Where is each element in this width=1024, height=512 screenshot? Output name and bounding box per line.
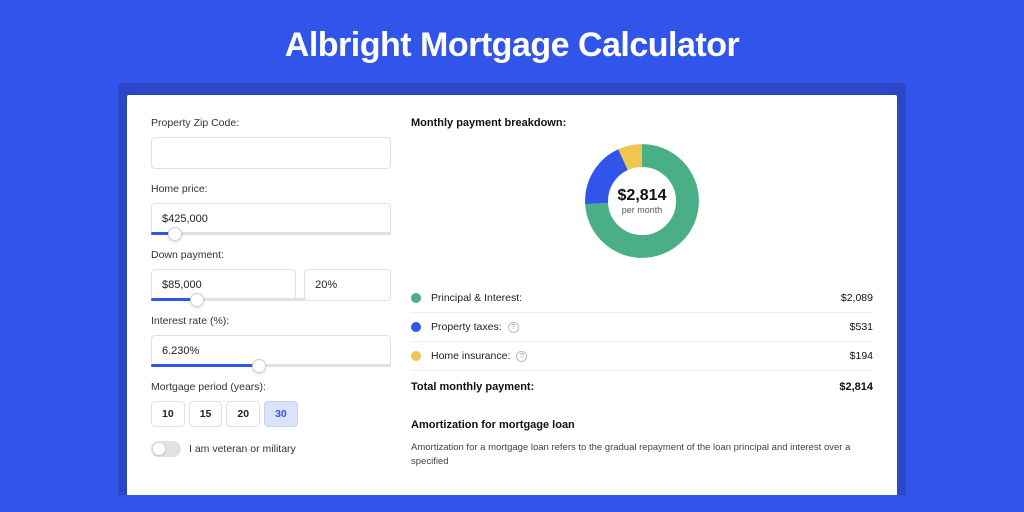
amortization-text: Amortization for a mortgage loan refers …	[411, 441, 873, 470]
legend-dot	[411, 322, 421, 332]
down-payment-label: Down payment:	[151, 249, 391, 261]
total-label: Total monthly payment:	[411, 381, 839, 393]
legend: Principal & Interest: $2,089 Property taxe…	[411, 284, 873, 370]
period-option-30[interactable]: 30	[264, 401, 298, 427]
down-payment-field-group: Down payment:	[151, 249, 391, 301]
down-payment-slider[interactable]	[151, 298, 305, 301]
home-price-label: Home price:	[151, 183, 391, 195]
home-price-input[interactable]	[151, 203, 391, 235]
legend-label-text: Home insurance:	[431, 350, 510, 362]
legend-label-text: Property taxes:	[431, 321, 502, 333]
legend-label: Home insurance:?	[431, 350, 850, 362]
period-option-15[interactable]: 15	[189, 401, 223, 427]
legend-value: $194	[850, 350, 873, 362]
legend-dot	[411, 351, 421, 361]
legend-value: $2,089	[841, 292, 873, 304]
card-shadow: Property Zip Code: Home price: Down paym…	[118, 83, 906, 495]
period-label: Mortgage period (years):	[151, 381, 391, 393]
legend-row: Principal & Interest: $2,089	[411, 284, 873, 313]
amortization-section: Amortization for mortgage loan Amortizat…	[411, 419, 873, 470]
zip-label: Property Zip Code:	[151, 117, 391, 129]
breakdown-title: Monthly payment breakdown:	[411, 117, 873, 129]
legend-row: Home insurance:?$194	[411, 342, 873, 370]
home-price-field-group: Home price:	[151, 183, 391, 235]
interest-slider-thumb[interactable]	[252, 359, 266, 373]
donut-center: $2,814 per month	[618, 187, 667, 215]
donut-chart: $2,814 per month	[582, 141, 702, 261]
legend-value: $531	[850, 321, 873, 333]
total-row: Total monthly payment: $2,814	[411, 370, 873, 405]
interest-slider-fill	[151, 364, 259, 367]
interest-label: Interest rate (%):	[151, 315, 391, 327]
legend-label: Property taxes:?	[431, 321, 850, 333]
veteran-toggle-row: I am veteran or military	[151, 441, 391, 457]
legend-dot	[411, 293, 421, 303]
breakdown-column: Monthly payment breakdown: $2,814 per mo…	[411, 117, 873, 495]
legend-row: Property taxes:?$531	[411, 313, 873, 342]
period-options: 10152030	[151, 401, 391, 427]
home-price-slider[interactable]	[151, 232, 391, 235]
veteran-label: I am veteran or military	[189, 443, 296, 455]
interest-slider[interactable]	[151, 364, 391, 367]
calculator-card: Property Zip Code: Home price: Down paym…	[127, 95, 897, 495]
down-payment-percent-input[interactable]	[304, 269, 391, 301]
home-price-slider-thumb[interactable]	[168, 227, 182, 241]
donut-chart-wrap: $2,814 per month	[411, 141, 873, 266]
page-title: Albright Mortgage Calculator	[0, 0, 1024, 83]
donut-center-value: $2,814	[618, 187, 667, 205]
inputs-column: Property Zip Code: Home price: Down paym…	[151, 117, 391, 495]
donut-center-sub: per month	[618, 205, 667, 215]
period-option-20[interactable]: 20	[226, 401, 260, 427]
veteran-toggle[interactable]	[151, 441, 181, 457]
info-icon[interactable]: ?	[508, 322, 519, 333]
period-field-group: Mortgage period (years): 10152030	[151, 381, 391, 427]
info-icon[interactable]: ?	[516, 351, 527, 362]
total-value: $2,814	[839, 381, 873, 393]
down-payment-slider-thumb[interactable]	[190, 293, 204, 307]
legend-label-text: Principal & Interest:	[431, 292, 522, 304]
veteran-toggle-knob	[153, 443, 165, 455]
zip-field-group: Property Zip Code:	[151, 117, 391, 169]
amortization-title: Amortization for mortgage loan	[411, 419, 873, 431]
legend-label: Principal & Interest:	[431, 292, 841, 304]
interest-input[interactable]	[151, 335, 391, 367]
period-option-10[interactable]: 10	[151, 401, 185, 427]
down-payment-amount-input[interactable]	[151, 269, 296, 301]
interest-field-group: Interest rate (%):	[151, 315, 391, 367]
zip-input[interactable]	[151, 137, 391, 169]
